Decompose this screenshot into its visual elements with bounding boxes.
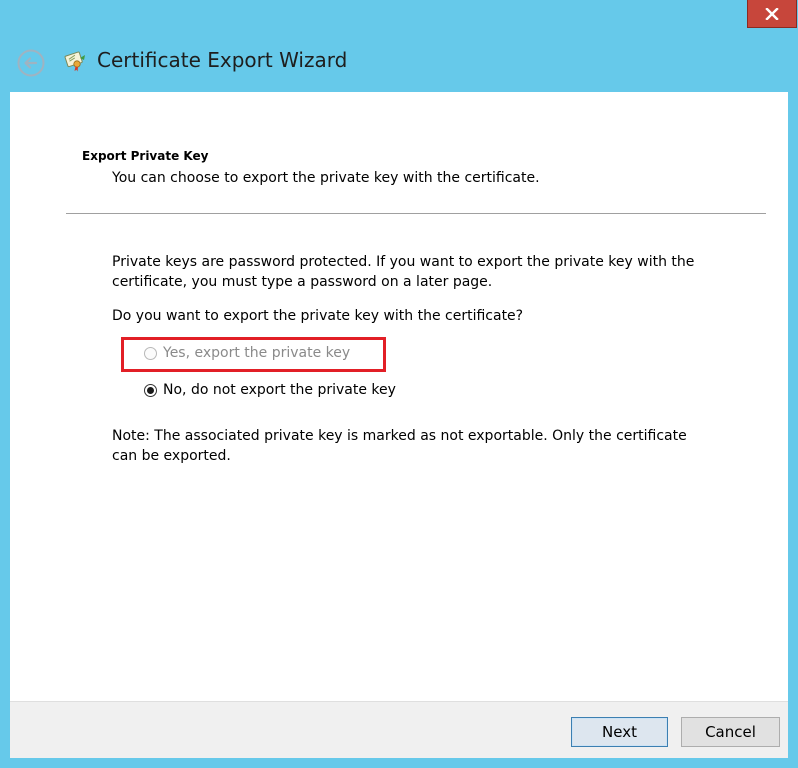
radio-button-no[interactable] [144,383,157,397]
window-title: Certificate Export Wizard [97,48,348,72]
note-text-line1: Note: The associated private key is mark… [112,428,687,444]
wizard-window: Certificate Export Wizard Export Private… [0,0,798,768]
header-separator [66,213,766,214]
page-description: You can choose to export the private key… [112,170,540,186]
export-question: Do you want to export the private key wi… [112,308,524,324]
wizard-page: Export Private Key You can choose to exp… [10,92,788,701]
page-heading: Export Private Key [82,149,209,163]
info-text-line1: Private keys are password protected. If … [112,254,695,270]
close-icon [765,7,779,20]
highlight-annotation-box [121,337,386,372]
next-button[interactable]: Next [571,717,668,747]
back-button[interactable] [16,48,46,78]
back-arrow-icon [17,49,45,77]
radio-no-export[interactable]: No, do not export the private key [144,380,396,400]
radio-label-no: No, do not export the private key [163,382,396,398]
info-text-line2: certificate, you must type a password on… [112,274,493,290]
cancel-button[interactable]: Cancel [681,717,780,747]
close-button[interactable] [747,0,797,28]
note-text-line2: can be exported. [112,448,231,464]
wizard-footer: Next Cancel [10,701,788,758]
certificate-icon [63,49,87,73]
